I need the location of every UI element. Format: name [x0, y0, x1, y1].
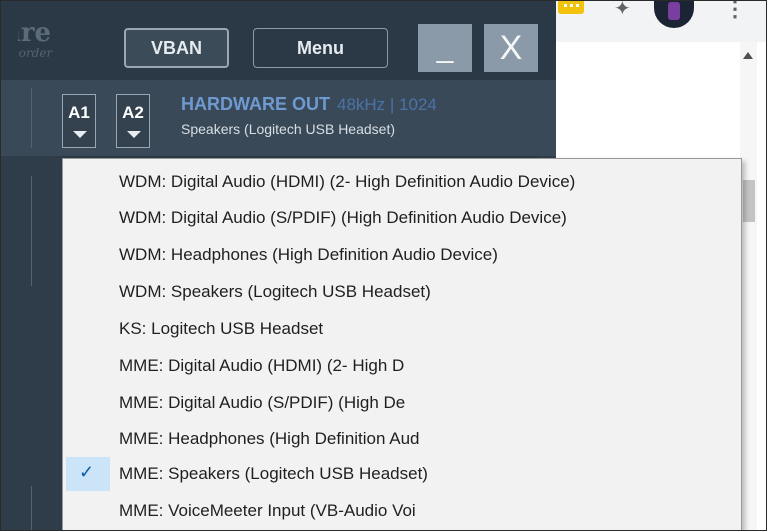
menu-item[interactable]: MME: Digital Audio (S/PDIF) (High De: [63, 385, 741, 421]
page-scrollbar[interactable]: [740, 42, 757, 531]
logo-subtext: corder: [18, 46, 53, 60]
menu-item[interactable]: MME: VoiceMeeter Input (VB-Audio Voi: [63, 493, 741, 529]
menu-item[interactable]: MME: Headphones (High Definition Aud: [63, 421, 741, 457]
app-logo: are corder: [18, 18, 68, 68]
menu-item-label: WDM: Digital Audio (HDMI) (2- High Defin…: [119, 172, 576, 191]
menu-item[interactable]: WDM: Digital Audio (HDMI) (2- High Defin…: [63, 164, 741, 200]
minimize-button[interactable]: _: [418, 24, 472, 72]
vban-button[interactable]: VBAN: [124, 28, 229, 68]
menu-item-label: MME: VoiceMeeter Input (VB-Audio Voi: [119, 501, 416, 520]
hardware-out-title: HARDWARE OUT: [181, 94, 330, 114]
divider: [31, 176, 32, 286]
menu-item-selected[interactable]: ✓ MME: Speakers (Logitech USB Headset): [63, 456, 741, 492]
menu-item-label: KS: Logitech USB Headset: [119, 319, 324, 338]
bus-a2-label: A2: [122, 103, 144, 122]
divider: [31, 486, 32, 531]
bus-a2-button[interactable]: A2: [116, 94, 150, 148]
scroll-up-icon[interactable]: [743, 52, 753, 59]
close-button[interactable]: X: [484, 24, 538, 72]
menu-item-label: WDM: Speakers (Logitech USB Headset): [119, 282, 431, 301]
bus-a1-label: A1: [68, 103, 90, 122]
menu-item-label: MME: Digital Audio (S/PDIF) (High De: [119, 393, 406, 412]
bus-a1-button[interactable]: A1: [62, 94, 96, 148]
menu-item[interactable]: WDM: Speakers (Logitech USB Headset): [63, 274, 741, 310]
voicemeeter-header: are corder VBAN Menu _ X: [0, 0, 556, 80]
logo-text: are: [18, 18, 52, 48]
menu-item-label: MME: Speakers (Logitech USB Headset): [119, 464, 428, 483]
divider: [31, 88, 32, 148]
kebab-menu-icon[interactable]: ⋮: [724, 0, 746, 20]
menu-item[interactable]: MME: Digital Audio (HDMI) (2- High D: [63, 348, 741, 384]
menu-item[interactable]: WDM: Digital Audio (S/PDIF) (High Defini…: [63, 200, 741, 236]
hardware-out-info: 48kHz | 1024: [337, 95, 437, 114]
menu-item-label: WDM: Headphones (High Definition Audio D…: [119, 245, 498, 264]
extension-icon[interactable]: [558, 0, 584, 14]
hardware-out-device: Speakers (Logitech USB Headset): [181, 121, 395, 137]
menu-item-label: MME: Digital Audio (HDMI) (2- High D: [119, 356, 405, 375]
chevron-down-icon: [127, 131, 141, 138]
page-scroll-thumb[interactable]: [743, 180, 755, 222]
puzzle-icon[interactable]: ✦: [614, 0, 631, 19]
menu-item[interactable]: KS: Logitech USB Headset: [63, 311, 741, 347]
device-dropdown-menu: WDM: Digital Audio (HDMI) (2- High Defin…: [62, 158, 742, 531]
menu-button[interactable]: Menu: [253, 28, 388, 68]
menu-item-label: WDM: Digital Audio (S/PDIF) (High Defini…: [119, 208, 567, 227]
menu-item-label: MME: Headphones (High Definition Aud: [119, 429, 420, 448]
checkmark-icon: ✓: [79, 462, 95, 482]
chevron-down-icon: [73, 131, 87, 138]
menu-item[interactable]: WDM: Headphones (High Definition Audio D…: [63, 237, 741, 273]
voicemeeter-lower-panel: [0, 156, 62, 531]
